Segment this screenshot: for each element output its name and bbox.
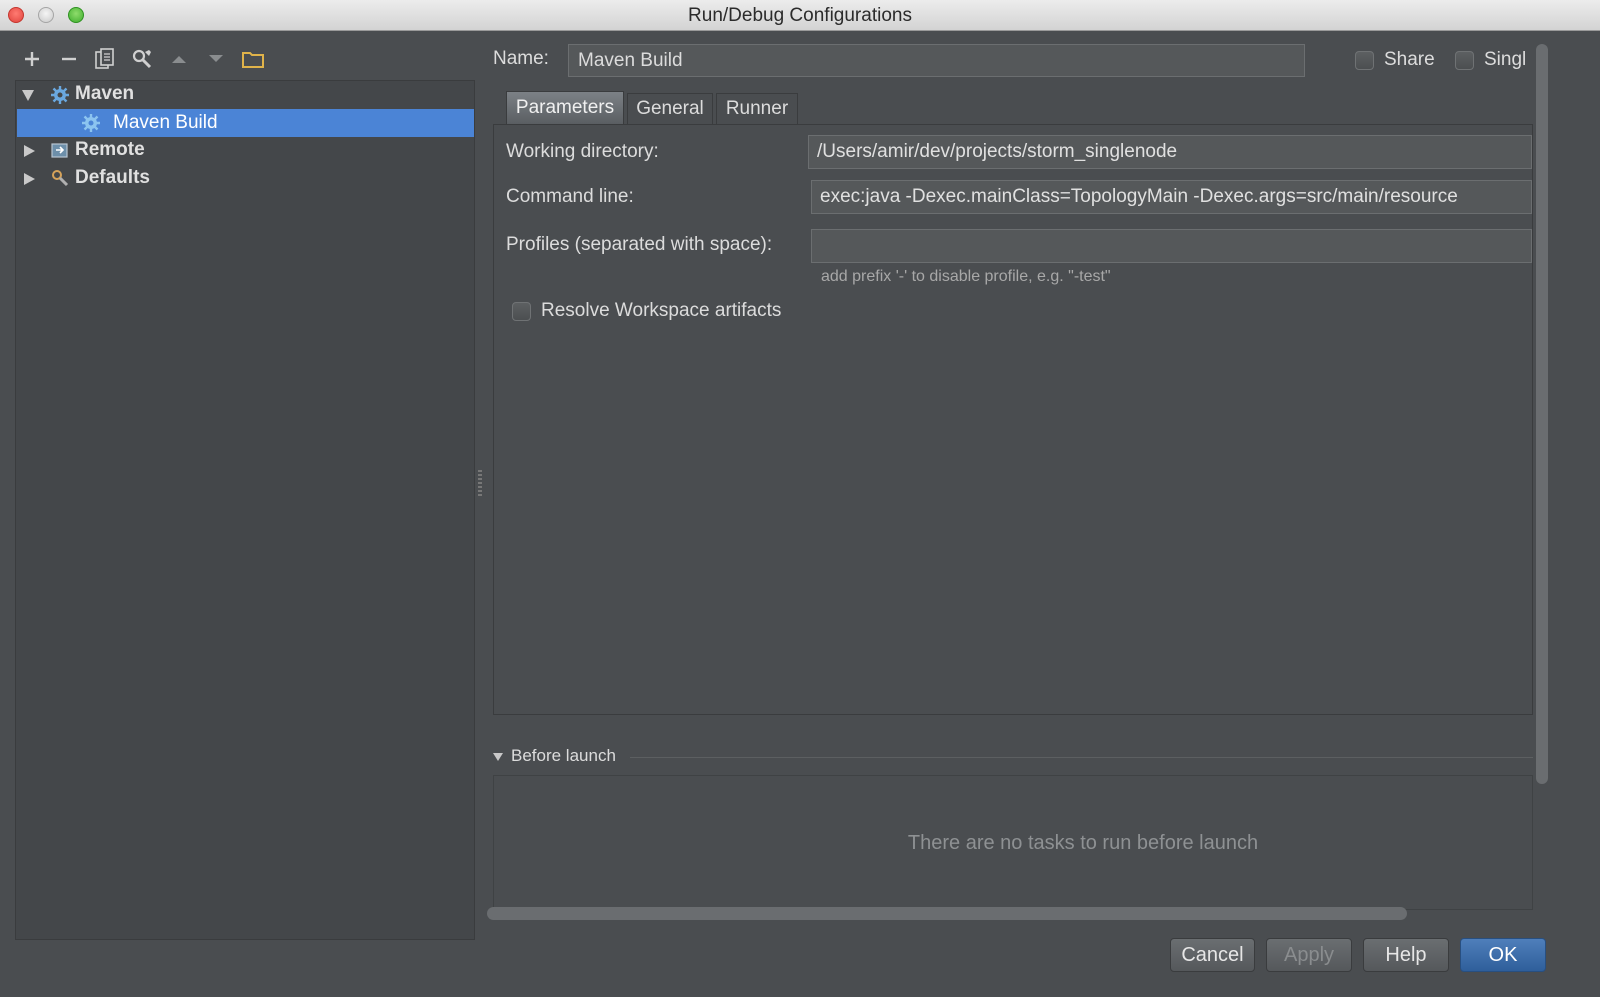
tree-item-maven[interactable]: Maven bbox=[16, 81, 474, 109]
tab-parameters[interactable]: Parameters bbox=[506, 91, 624, 124]
config-tree: Maven Maven Build Remote Defaults bbox=[15, 80, 475, 940]
maven-gear-icon bbox=[51, 86, 69, 104]
tab-runner[interactable]: Runner bbox=[716, 93, 798, 124]
single-instance-label[interactable]: Singl bbox=[1484, 49, 1532, 71]
working-directory-label: Working directory: bbox=[506, 141, 659, 162]
horizontal-scrollbar[interactable] bbox=[487, 907, 1407, 920]
ok-button[interactable]: OK bbox=[1460, 938, 1546, 972]
window-title: Run/Debug Configurations bbox=[688, 5, 912, 26]
collapse-arrow-icon[interactable] bbox=[24, 145, 35, 157]
share-checkbox[interactable] bbox=[1355, 51, 1374, 70]
name-input[interactable] bbox=[568, 44, 1305, 77]
vertical-scrollbar[interactable] bbox=[1536, 44, 1548, 784]
resolve-workspace-label[interactable]: Resolve Workspace artifacts bbox=[541, 300, 781, 322]
wrench-icon[interactable] bbox=[129, 46, 155, 72]
tree-item-label: Maven bbox=[75, 83, 135, 104]
tree-item-remote[interactable]: Remote bbox=[16, 137, 474, 165]
tree-item-label: Maven Build bbox=[113, 112, 218, 133]
tab-general[interactable]: General bbox=[627, 93, 713, 124]
tree-item-label: Remote bbox=[75, 139, 145, 160]
wrench-icon bbox=[52, 170, 69, 187]
tree-item-label: Defaults bbox=[75, 167, 150, 188]
add-icon[interactable] bbox=[19, 46, 45, 72]
profiles-label: Profiles (separated with space): bbox=[506, 234, 773, 255]
cancel-button[interactable]: Cancel bbox=[1170, 938, 1255, 972]
move-up-icon[interactable] bbox=[166, 46, 192, 72]
share-label[interactable]: Share bbox=[1384, 49, 1435, 71]
parameters-panel: Working directory: /Users/amir/dev/proje… bbox=[493, 124, 1533, 715]
tree-item-maven-build[interactable]: Maven Build bbox=[17, 109, 474, 137]
move-down-icon[interactable] bbox=[203, 46, 229, 72]
before-launch-tasks: There are no tasks to run before launch bbox=[493, 775, 1533, 910]
command-line-label: Command line: bbox=[506, 186, 634, 207]
remove-icon[interactable] bbox=[56, 46, 82, 72]
gear-icon bbox=[82, 114, 100, 132]
profiles-hint: add prefix '-' to disable profile, e.g. … bbox=[821, 268, 1111, 285]
divider bbox=[630, 757, 1533, 758]
remote-icon bbox=[51, 143, 68, 158]
copy-icon[interactable] bbox=[92, 46, 118, 72]
window-titlebar: Run/Debug Configurations bbox=[0, 0, 1600, 31]
expand-arrow-icon[interactable] bbox=[22, 90, 34, 101]
config-toolbar bbox=[16, 44, 476, 76]
tree-item-defaults[interactable]: Defaults bbox=[16, 165, 474, 193]
collapse-arrow-icon[interactable] bbox=[24, 173, 35, 185]
before-launch-toggle-icon[interactable] bbox=[493, 753, 503, 761]
name-label: Name: bbox=[493, 48, 549, 69]
single-instance-checkbox[interactable] bbox=[1455, 51, 1474, 70]
working-directory-input[interactable]: /Users/amir/dev/projects/storm_singlenod… bbox=[808, 135, 1532, 169]
command-line-input[interactable]: exec:java -Dexec.mainClass=TopologyMain … bbox=[811, 180, 1532, 214]
folder-icon[interactable] bbox=[240, 46, 266, 72]
resolve-workspace-checkbox[interactable] bbox=[512, 302, 531, 321]
before-launch-empty-text: There are no tasks to run before launch bbox=[907, 832, 1259, 854]
profiles-input[interactable] bbox=[811, 229, 1532, 263]
panel-splitter[interactable] bbox=[478, 470, 482, 496]
share-label-text: Share bbox=[1384, 49, 1435, 70]
apply-button[interactable]: Apply bbox=[1266, 938, 1352, 972]
help-button[interactable]: Help bbox=[1363, 938, 1449, 972]
before-launch-title[interactable]: Before launch bbox=[511, 746, 616, 766]
